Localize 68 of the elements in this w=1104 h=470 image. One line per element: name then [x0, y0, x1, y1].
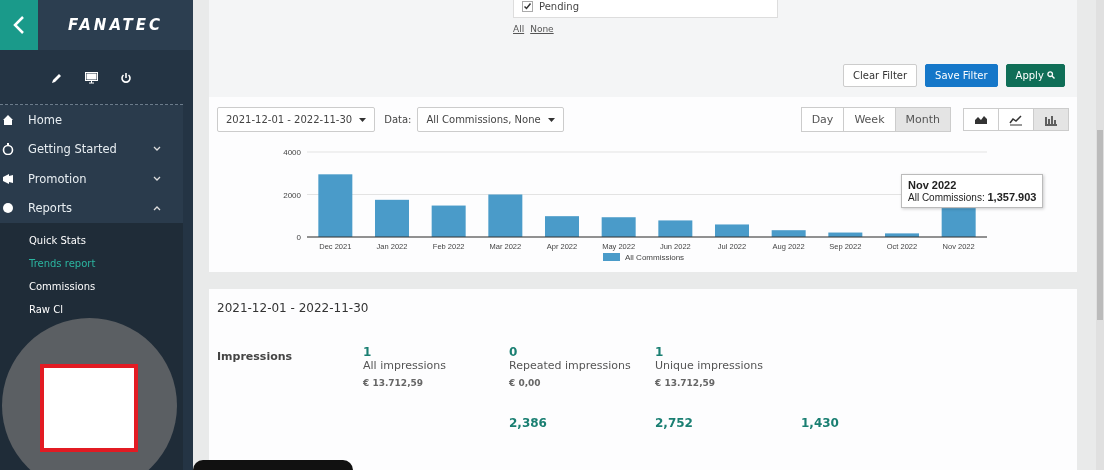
apply-button[interactable]: Apply — [1005, 64, 1065, 87]
stat-amount: € 13.712,59 — [363, 378, 425, 388]
caret-icon — [547, 117, 555, 122]
save-button[interactable]: Save Filter — [925, 64, 998, 87]
submenu-item[interactable]: Commissions — [0, 275, 183, 298]
search-icon — [1047, 71, 1055, 79]
nav-item[interactable]: Promotion — [0, 164, 183, 194]
home-icon — [2, 113, 14, 126]
bar[interactable] — [828, 232, 863, 237]
stat-amount: € 13.712,59 — [655, 378, 717, 388]
period-tab[interactable]: Week — [843, 107, 896, 132]
chart-type-button[interactable] — [963, 108, 999, 131]
stopwatch-icon — [2, 143, 14, 156]
bar[interactable] — [885, 233, 919, 237]
clear-button[interactable]: Clear Filter — [842, 64, 918, 87]
area-chart-icon — [974, 113, 988, 126]
pie-icon — [2, 202, 14, 215]
bar[interactable] — [488, 194, 523, 237]
power-icon[interactable] — [120, 72, 132, 84]
legend-swatch — [603, 253, 620, 261]
stat-value: 2,386 — [509, 416, 548, 430]
nav-item[interactable]: Reports — [0, 193, 183, 223]
monitor-icon[interactable] — [85, 72, 98, 84]
brand-logo: FANATEC — [66, 15, 165, 36]
megaphone-icon — [2, 172, 14, 185]
data-label: Data: — [384, 114, 412, 125]
select-link[interactable]: All — [513, 24, 525, 34]
checkbox[interactable] — [522, 0, 533, 12]
submenu-item[interactable]: Quick Stats — [0, 229, 183, 252]
nav-item[interactable]: Getting Started — [0, 134, 183, 164]
stat-value: 1 — [655, 345, 665, 359]
bar[interactable] — [771, 230, 806, 237]
bar[interactable] — [601, 217, 636, 237]
bar[interactable] — [375, 199, 409, 237]
bar[interactable] — [431, 205, 466, 237]
date-range-dropdown[interactable]: 2021-12-01 - 2022-11-30 — [217, 107, 376, 132]
pencil-icon[interactable] — [51, 72, 63, 84]
nav-item[interactable]: Home — [0, 105, 183, 135]
stat-caption: Repeated impressions — [509, 359, 632, 372]
stat-value: 1,430 — [801, 416, 840, 430]
select-link[interactable]: None — [530, 24, 554, 34]
y-tick-label: 4000 — [283, 148, 301, 157]
period-tab[interactable]: Day — [800, 107, 845, 132]
stat-value: 1 — [363, 345, 373, 359]
submenu-item[interactable]: Trends report — [0, 252, 183, 275]
stat-value: 2,752 — [655, 416, 694, 430]
chevron-left-icon — [13, 15, 25, 35]
y-tick-label: 0 — [296, 233, 301, 242]
period-tab[interactable]: Month — [894, 107, 951, 132]
line-chart-icon — [1009, 113, 1023, 126]
caret-icon — [359, 117, 367, 122]
scrollbar-thumb[interactable] — [1097, 130, 1103, 320]
stat-caption: Unique impressions — [655, 359, 765, 372]
bar[interactable] — [545, 216, 579, 237]
stat-caption: All impressions — [363, 359, 447, 372]
option-label: Pending — [539, 0, 579, 12]
legend-label[interactable]: All Commissions — [625, 253, 685, 262]
data-dropdown[interactable]: All Commissions, None — [417, 107, 564, 132]
chart-tooltip: Nov 2022 All Commissions: 1,357.903 — [901, 174, 1044, 208]
row-label: Impressions — [217, 350, 293, 363]
stat-value: 0 — [509, 345, 519, 359]
stat-amount: € 0,00 — [509, 378, 542, 388]
y-tick-label: 2000 — [283, 190, 301, 200]
submenu-item[interactable]: Raw Cl — [0, 298, 183, 321]
bar[interactable] — [941, 208, 976, 237]
stats-title: 2021-12-01 - 2022-11-30 — [217, 301, 370, 315]
back-button[interactable] — [0, 0, 38, 50]
bar-chart-icon — [1044, 113, 1058, 126]
